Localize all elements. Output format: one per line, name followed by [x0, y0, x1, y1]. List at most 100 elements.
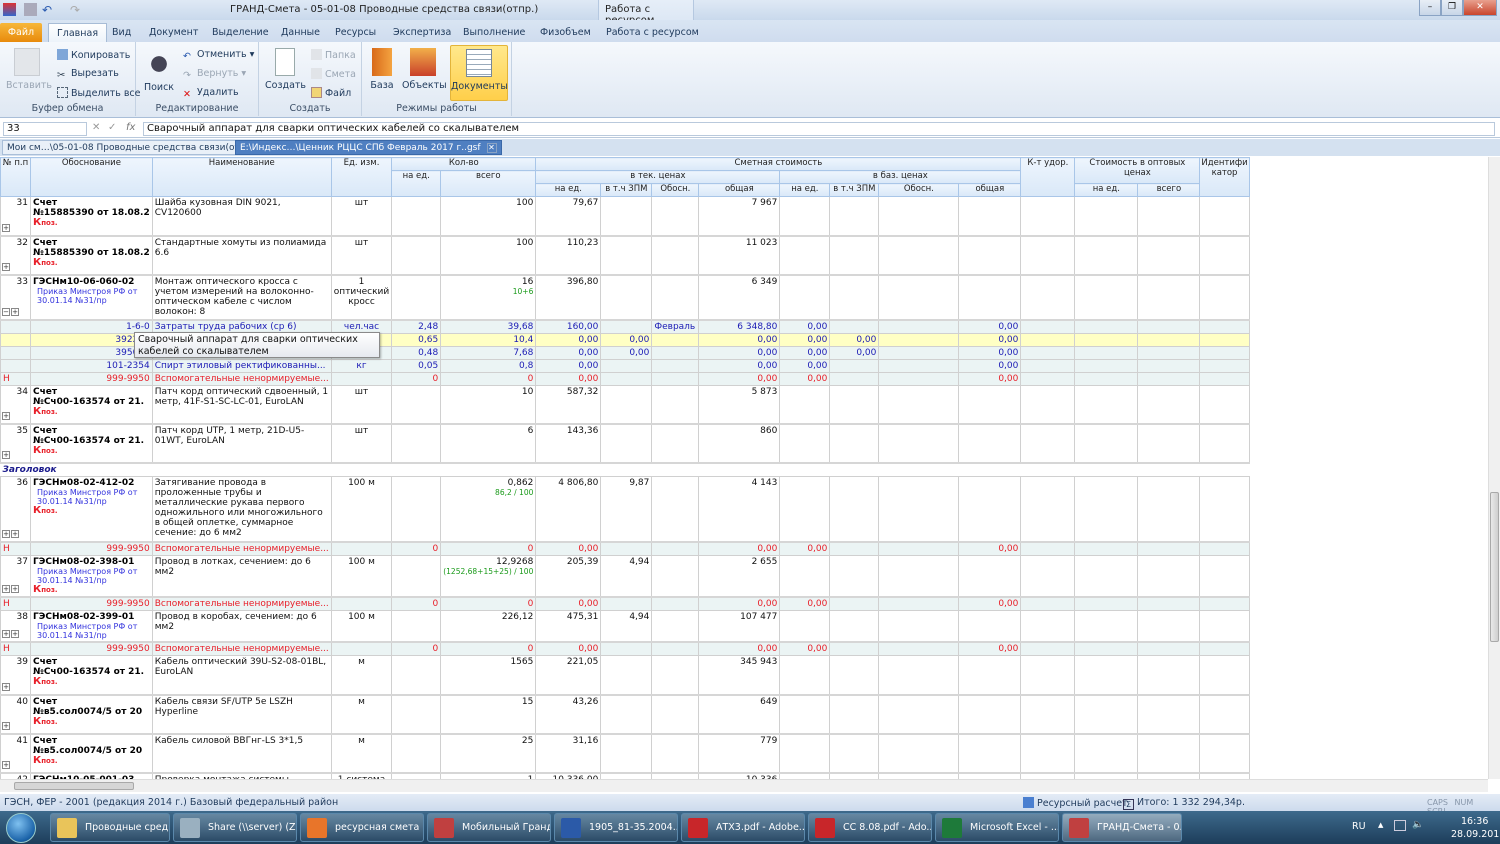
cur-basis[interactable]	[651, 372, 700, 386]
base-total[interactable]	[958, 385, 1022, 425]
qty-total[interactable]: 0	[440, 372, 537, 386]
qty-per-unit[interactable]	[391, 476, 442, 542]
header-name[interactable]: Наименование	[151, 157, 332, 197]
base-zpm[interactable]: 0,00	[829, 346, 880, 360]
wholesale-per-unit[interactable]	[1074, 333, 1139, 347]
taskbar-item[interactable]: АТХ3.pdf - Adobe...	[681, 813, 805, 842]
taskbar-item[interactable]: 1905_81-35.2004....	[554, 813, 678, 842]
qty-per-unit[interactable]	[391, 196, 442, 236]
cur-basis[interactable]	[651, 333, 700, 347]
unit-cell[interactable]: шт	[330, 196, 393, 236]
base-total[interactable]	[958, 476, 1022, 542]
cur-basis[interactable]	[651, 694, 700, 734]
base-total[interactable]: 0,00	[958, 372, 1022, 386]
base-total[interactable]	[958, 655, 1022, 695]
wholesale-per-unit[interactable]	[1074, 694, 1139, 734]
objects-button[interactable]: Объекты	[402, 48, 447, 91]
qty-total[interactable]: 25	[440, 733, 537, 773]
cur-total[interactable]: 0,00	[698, 346, 781, 360]
header-num[interactable]: № п.п	[0, 157, 31, 197]
item-name[interactable]: Провод в лотках, сечением: до 6 мм2	[151, 555, 332, 598]
undo-icon[interactable]: ↶	[42, 3, 55, 17]
wholesale-total[interactable]	[1137, 610, 1201, 643]
item-name[interactable]: Монтаж оптического кросса с учетом измер…	[151, 274, 332, 320]
tray-expand-icon[interactable]: ▲	[1378, 821, 1383, 829]
qty-per-unit[interactable]	[391, 424, 442, 464]
base-basis[interactable]	[878, 359, 960, 373]
taskbar-item[interactable]: СС 8.08.pdf - Ado...	[808, 813, 932, 842]
expand-icon[interactable]: +	[2, 630, 10, 638]
wholesale-per-unit[interactable]	[1074, 235, 1139, 275]
base-per-unit[interactable]	[779, 235, 831, 275]
base-per-unit[interactable]	[779, 476, 831, 542]
cur-basis[interactable]	[651, 235, 700, 275]
base-total[interactable]: 0,00	[958, 346, 1022, 360]
resource-code[interactable]: 1-6-0	[30, 319, 153, 334]
cur-total[interactable]: 779	[698, 733, 781, 773]
base-total[interactable]	[958, 196, 1022, 236]
cur-zpm[interactable]: 4,94	[600, 555, 653, 598]
header-cur-obosn[interactable]: Обосн.	[651, 183, 700, 197]
wholesale-per-unit[interactable]	[1074, 476, 1139, 542]
expand-icon[interactable]: +	[2, 262, 10, 271]
base-zpm[interactable]	[829, 694, 880, 734]
base-zpm[interactable]	[829, 235, 880, 275]
header-cur-total[interactable]: общая	[698, 183, 781, 197]
base-total[interactable]	[958, 424, 1022, 464]
cur-total[interactable]: 0,00	[698, 372, 781, 386]
resource-unit[interactable]: чел.час	[330, 319, 393, 334]
resource-code[interactable]: 101-2354	[30, 359, 153, 373]
header-cur-zpm[interactable]: в т.ч ЗПМ	[600, 183, 653, 197]
wholesale-total[interactable]	[1137, 694, 1201, 734]
cur-basis[interactable]	[651, 597, 700, 611]
identifier-cell[interactable]	[1199, 610, 1250, 643]
cur-total[interactable]: 2 655	[698, 555, 781, 598]
identifier-cell[interactable]	[1199, 235, 1250, 275]
unit-cell[interactable]: шт	[330, 385, 393, 425]
tab-data[interactable]: Данные	[281, 23, 320, 42]
base-per-unit[interactable]	[779, 610, 831, 643]
cur-zpm[interactable]	[600, 385, 653, 425]
qty-total[interactable]: 10	[440, 385, 537, 425]
cur-per-unit[interactable]: 396,80	[535, 274, 602, 320]
base-zpm[interactable]	[829, 733, 880, 773]
base-zpm[interactable]: 0,00	[829, 333, 880, 347]
base-total[interactable]: 0,00	[958, 319, 1022, 334]
qty-per-unit[interactable]	[391, 385, 442, 425]
base-zpm[interactable]	[829, 274, 880, 320]
cur-total[interactable]: 11 023	[698, 235, 781, 275]
cur-per-unit[interactable]: 0,00	[535, 359, 602, 373]
item-name[interactable]: Патч корд UTP, 1 метр, 21D-U5-01WT, Euro…	[151, 424, 332, 464]
cur-basis[interactable]	[651, 196, 700, 236]
cut-button[interactable]: ✂ Вырезать	[57, 68, 119, 81]
scroll-thumb[interactable]	[1490, 492, 1499, 642]
cur-basis[interactable]	[651, 555, 700, 598]
cur-zpm[interactable]	[600, 196, 653, 236]
qty-per-unit[interactable]	[391, 733, 442, 773]
expand-icon[interactable]: +	[2, 223, 10, 232]
coef-cell[interactable]	[1020, 476, 1076, 542]
cur-per-unit[interactable]: 221,05	[535, 655, 602, 695]
qty-per-unit[interactable]	[391, 274, 442, 320]
qty-per-unit[interactable]: 0	[391, 372, 442, 386]
cur-basis[interactable]	[651, 476, 700, 542]
wholesale-per-unit[interactable]	[1074, 346, 1139, 360]
unit-cell[interactable]: 100 м	[330, 476, 393, 542]
coef-cell[interactable]	[1020, 346, 1076, 360]
header-cur-per-unit[interactable]: на ед.	[535, 183, 602, 197]
network-icon[interactable]	[1394, 820, 1406, 831]
cur-per-unit[interactable]: 31,16	[535, 733, 602, 773]
cur-per-unit[interactable]: 110,23	[535, 235, 602, 275]
close-button[interactable]: ✕	[1463, 0, 1497, 16]
base-basis[interactable]	[878, 196, 960, 236]
tab-home[interactable]: Главная	[48, 23, 108, 42]
coef-cell[interactable]	[1020, 655, 1076, 695]
base-zpm[interactable]	[829, 196, 880, 236]
cur-total[interactable]: 0,00	[698, 333, 781, 347]
base-per-unit[interactable]: 0,00	[779, 333, 831, 347]
wholesale-total[interactable]	[1137, 274, 1201, 320]
cur-total[interactable]: 4 143	[698, 476, 781, 542]
file-button[interactable]: Файл	[311, 87, 351, 99]
expand-icon[interactable]: +	[11, 307, 19, 316]
cur-zpm[interactable]	[600, 274, 653, 320]
